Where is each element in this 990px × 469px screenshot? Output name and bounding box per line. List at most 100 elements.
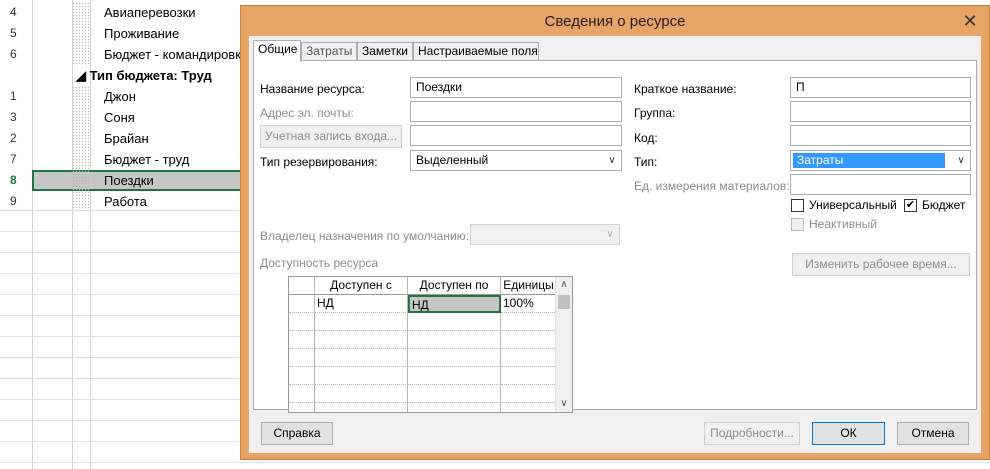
inactive-checkbox-label: Неактивный: [809, 217, 877, 231]
resource-name-cell[interactable]: Бюджет - труд: [104, 149, 189, 170]
row-indicator: [72, 128, 90, 149]
row-number[interactable]: [0, 65, 32, 86]
resource-name-input[interactable]: Поездки: [410, 77, 622, 98]
grid-row-header[interactable]: [289, 313, 315, 331]
row-number[interactable]: 5: [0, 23, 32, 44]
group-label: Группа:: [634, 106, 676, 120]
group-input[interactable]: [790, 101, 971, 122]
grid-cell[interactable]: [501, 385, 557, 403]
grid-cell[interactable]: [315, 331, 408, 349]
row-number[interactable]: 1: [0, 86, 32, 107]
tab-custom-fields[interactable]: Настраиваемые поля: [413, 42, 539, 61]
grid-cell[interactable]: НД: [315, 295, 408, 313]
cancel-button[interactable]: Отмена: [897, 422, 969, 445]
grid-cell[interactable]: [408, 403, 501, 412]
row-number[interactable]: 4: [0, 2, 32, 23]
row-number[interactable]: 8: [0, 170, 32, 191]
grid-cell[interactable]: [315, 313, 408, 331]
grid-cell[interactable]: [315, 385, 408, 403]
row-indicator: [72, 191, 90, 212]
scroll-thumb[interactable]: [558, 295, 570, 309]
row-number[interactable]: 7: [0, 149, 32, 170]
resource-name-cell[interactable]: Поездки: [104, 170, 154, 191]
grid-row-header[interactable]: [289, 331, 315, 349]
resource-name-cell[interactable]: Джон: [104, 86, 136, 107]
logon-account-input[interactable]: [410, 125, 622, 146]
booking-type-select[interactable]: Выделенный ∨: [410, 150, 622, 171]
resource-name-cell[interactable]: Проживание: [104, 23, 179, 44]
resource-name-cell[interactable]: Работа: [104, 191, 147, 212]
check-icon[interactable]: ✔: [904, 199, 917, 212]
grid-row-header[interactable]: [289, 349, 315, 367]
grid-scrollbar[interactable]: ∧ ∨: [555, 277, 572, 412]
row-number[interactable]: 9: [0, 191, 32, 212]
material-input[interactable]: [790, 174, 971, 195]
grid-cell[interactable]: [408, 385, 501, 403]
logon-account-button[interactable]: Учетная запись входа...: [260, 125, 402, 148]
budget-checkbox-label: Бюджет: [922, 198, 966, 212]
booking-type-value: Выделенный: [416, 153, 489, 167]
chevron-down-icon[interactable]: ∨: [556, 396, 572, 412]
grid-cell[interactable]: [501, 367, 557, 385]
type-label: Тип:: [634, 155, 658, 169]
dialog-titlebar[interactable]: Сведения о ресурсе ✕: [241, 6, 989, 36]
group-header[interactable]: ◢ Тип бюджета: Труд: [76, 65, 212, 86]
generic-checkbox-box[interactable]: [791, 199, 804, 212]
chevron-up-icon[interactable]: ∧: [556, 277, 572, 293]
dialog-client: Общие Затраты Заметки Настраиваемые поля…: [249, 36, 981, 453]
grid-header-units[interactable]: Единицы: [501, 277, 557, 295]
grid-cell[interactable]: [408, 349, 501, 367]
help-button[interactable]: Справка: [261, 422, 333, 445]
details-button[interactable]: Подробности...: [704, 422, 800, 445]
chevron-down-icon: ∨: [957, 155, 965, 166]
grid-cell[interactable]: [501, 331, 557, 349]
grid-cell[interactable]: [408, 313, 501, 331]
row-number[interactable]: 3: [0, 107, 32, 128]
tab-notes[interactable]: Заметки: [357, 42, 413, 61]
grid-cell[interactable]: [501, 403, 557, 412]
grid-cell[interactable]: [315, 367, 408, 385]
grid-cell[interactable]: [501, 313, 557, 331]
row-indicator: [72, 170, 90, 191]
grid-row-header[interactable]: [289, 295, 315, 313]
close-icon[interactable]: ✕: [961, 12, 979, 31]
grid-row-header[interactable]: [289, 367, 315, 385]
grid-cell[interactable]: [315, 349, 408, 367]
resource-name-cell[interactable]: Бюджет - командировк: [104, 44, 241, 65]
default-owner-select[interactable]: ∨: [470, 224, 620, 245]
email-label: Адрес эл. почты:: [260, 106, 354, 120]
email-input[interactable]: [410, 101, 622, 122]
row-number[interactable]: 2: [0, 128, 32, 149]
initials-input[interactable]: П: [790, 77, 971, 98]
grid-corner: [289, 277, 315, 295]
resource-name-cell[interactable]: Соня: [104, 107, 135, 128]
inactive-checkbox-box[interactable]: [791, 218, 804, 231]
change-working-time-button[interactable]: Изменить рабочее время...: [792, 253, 970, 276]
grid-cell[interactable]: 100%: [501, 295, 557, 313]
grid-cell[interactable]: [408, 367, 501, 385]
code-input[interactable]: [790, 125, 971, 146]
resource-info-dialog: Сведения о ресурсе ✕ Общие Затраты Замет…: [240, 5, 990, 460]
grid-cell[interactable]: [408, 331, 501, 349]
grid-cell[interactable]: [501, 349, 557, 367]
availability-grid[interactable]: Доступен с Доступен по Единицы НД НД 100% …: [288, 276, 573, 413]
row-indicator: [72, 149, 90, 170]
type-value: Затраты: [793, 153, 945, 168]
grid-row-header[interactable]: [289, 385, 315, 403]
row-indicator: [72, 23, 90, 44]
tab-general[interactable]: Общие: [253, 40, 301, 62]
grid-header-available-to[interactable]: Доступен по: [408, 277, 501, 295]
grid-cell[interactable]: НД: [408, 295, 501, 313]
tab-costs[interactable]: Затраты: [301, 42, 357, 61]
grid-row-header[interactable]: [289, 403, 315, 412]
grid-header-available-from[interactable]: Доступен с: [315, 277, 408, 295]
row-indicator: [72, 44, 90, 65]
gridline: [0, 462, 990, 463]
type-select[interactable]: Затраты ∨: [790, 150, 971, 171]
ok-button[interactable]: ОК: [812, 422, 885, 445]
general-tab-panel: Название ресурса: Поездки Адрес эл. почт…: [253, 60, 977, 413]
resource-name-cell[interactable]: Авиаперевозки: [104, 2, 196, 23]
row-number[interactable]: 6: [0, 44, 32, 65]
resource-name-cell[interactable]: Брайан: [104, 128, 149, 149]
grid-cell[interactable]: [315, 403, 408, 412]
